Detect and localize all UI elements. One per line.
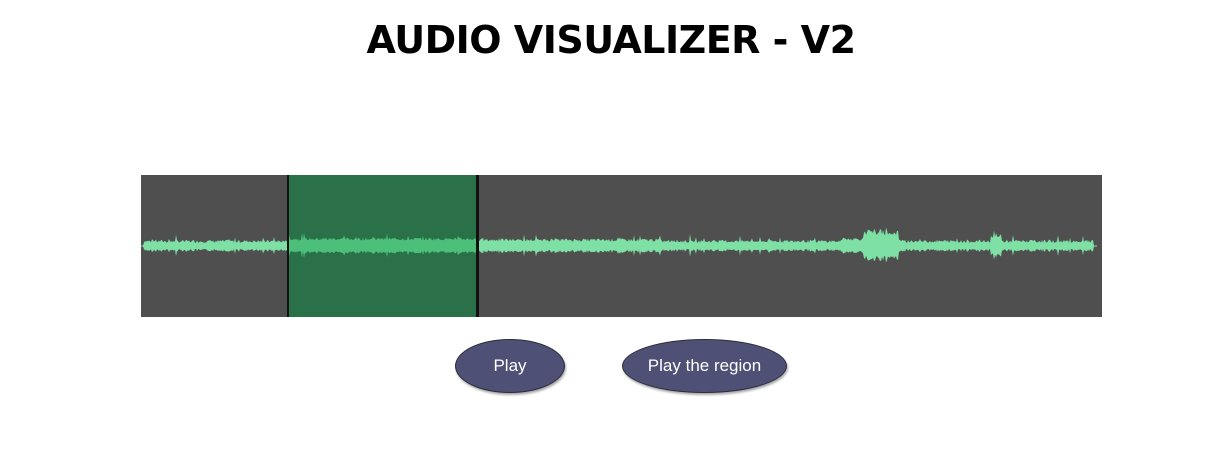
waveform-canvas — [141, 175, 1097, 317]
waveform-display[interactable] — [141, 175, 1102, 317]
region-end-handle[interactable] — [476, 175, 479, 317]
playback-controls: Play Play the region — [0, 339, 1222, 395]
region-start-handle[interactable] — [287, 175, 289, 317]
waveform-path — [141, 227, 1097, 263]
play-button[interactable]: Play — [455, 339, 565, 393]
play-region-button[interactable]: Play the region — [622, 339, 787, 393]
page-title: AUDIO VISUALIZER - V2 — [366, 18, 856, 62]
